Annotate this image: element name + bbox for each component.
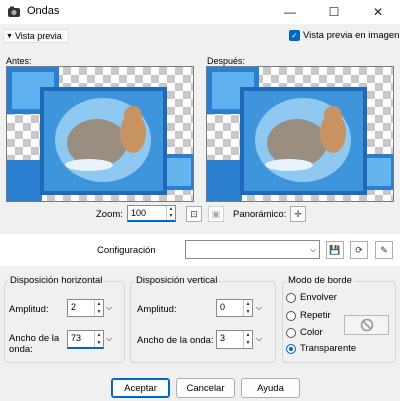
edit-preset-button[interactable]: ✎: [375, 241, 393, 259]
h-wavelength-label: Ancho de la onda:: [9, 333, 60, 355]
v-wavelength-chevron-icon[interactable]: ⌵: [256, 334, 262, 344]
pan-icon: ✛: [294, 208, 302, 219]
h-amplitude-input[interactable]: 2: [68, 300, 94, 316]
vertical-title: Disposición vertical: [134, 275, 220, 286]
close-icon: ✕: [372, 5, 384, 19]
zoom-actual-icon: ▣: [211, 208, 221, 219]
chevron-down-icon: ⌵: [309, 244, 317, 254]
h-wavelength-spinner[interactable]: ▲ ▼: [94, 331, 103, 347]
minimize-icon: —: [284, 5, 296, 19]
v-wavelength-spinner[interactable]: ▲ ▼: [243, 331, 252, 348]
config-value: [186, 241, 307, 258]
pan-button[interactable]: ✛: [290, 206, 306, 222]
radio-repetir-label: Repetir: [300, 310, 331, 321]
config-dropdown[interactable]: ⌵: [185, 240, 320, 259]
v-amplitude-spinner[interactable]: ▲ ▼: [243, 300, 252, 316]
zoom-input[interactable]: 100: [128, 206, 166, 220]
minimize-button[interactable]: —: [268, 0, 312, 24]
h-amplitude-chevron-icon[interactable]: ⌵: [106, 303, 112, 313]
h-amplitude-spinner[interactable]: ▲ ▼: [94, 300, 103, 316]
h-amplitude-field[interactable]: 2 ▲ ▼: [67, 299, 104, 317]
after-label: Después:: [207, 56, 246, 66]
app-icon: [7, 5, 21, 19]
before-image: [7, 67, 193, 201]
preview-in-image-checkbox[interactable]: ✓: [289, 30, 300, 41]
preview-toggle-label: Vista previa: [14, 31, 62, 41]
after-preview[interactable]: [206, 66, 394, 202]
triangle-down-icon: ▼: [6, 32, 13, 40]
radio-transparente-label: Transparente: [300, 343, 357, 354]
zoom-fit-button[interactable]: ⊡: [186, 206, 202, 222]
reset-icon: ⟳: [355, 244, 363, 255]
v-wavelength-input[interactable]: 3: [217, 331, 243, 348]
window-title: Ondas: [27, 5, 60, 17]
config-label: Configuración: [97, 245, 156, 256]
v-amplitude-label: Amplitud:: [137, 304, 177, 315]
radio-envolver[interactable]: [286, 293, 296, 303]
after-image: [207, 67, 393, 201]
h-wavelength-input[interactable]: 73: [68, 331, 94, 347]
vertical-group: [130, 281, 276, 363]
preview-in-image-label: Vista previa en imagen: [303, 30, 400, 41]
zoom-actual-button[interactable]: ▣: [208, 206, 224, 222]
radio-transparente[interactable]: [286, 344, 296, 354]
v-wavelength-label: Ancho de la onda:: [137, 335, 214, 346]
edge-mode-title: Modo de borde: [286, 275, 354, 286]
pan-label: Panorámico:: [233, 209, 287, 220]
zoom-fit-icon: ⊡: [190, 208, 198, 219]
maximize-icon: ☐: [328, 5, 340, 19]
h-wavelength-chevron-icon[interactable]: ⌵: [106, 334, 112, 344]
edit-icon: ✎: [380, 244, 388, 255]
color-swatch-button[interactable]: [344, 315, 389, 335]
maximize-button[interactable]: ☐: [312, 0, 356, 24]
close-button[interactable]: ✕: [356, 0, 400, 24]
horizontal-title: Disposición horizontal: [8, 275, 105, 286]
zoom-label: Zoom:: [96, 209, 123, 220]
help-button[interactable]: Ayuda: [241, 378, 300, 398]
h-amplitude-label: Amplitud:: [9, 304, 49, 315]
h-wavelength-field[interactable]: 73 ▲ ▼: [67, 330, 104, 349]
save-icon: 💾: [329, 244, 341, 255]
no-color-icon: [360, 318, 373, 332]
before-label: Antes:: [6, 56, 32, 66]
v-amplitude-field[interactable]: 0 ▲ ▼: [216, 299, 253, 317]
radio-color-label: Color: [300, 327, 323, 338]
cancel-button[interactable]: Cancelar: [176, 378, 235, 398]
v-wavelength-field[interactable]: 3 ▲ ▼: [216, 330, 253, 349]
radio-repetir[interactable]: [286, 311, 296, 321]
save-preset-button[interactable]: 💾: [326, 241, 344, 259]
v-amplitude-input[interactable]: 0: [217, 300, 243, 316]
zoom-spinner[interactable]: ▲ ▼: [166, 206, 175, 220]
preview-toggle-button[interactable]: ▼ Vista previa: [3, 29, 69, 43]
reset-button[interactable]: ⟳: [350, 241, 368, 259]
zoom-field[interactable]: 100 ▲ ▼: [127, 205, 176, 222]
ok-button[interactable]: Aceptar: [111, 378, 170, 398]
v-amplitude-chevron-icon[interactable]: ⌵: [256, 303, 262, 313]
before-preview[interactable]: [6, 66, 194, 202]
radio-color[interactable]: [286, 328, 296, 338]
radio-envolver-label: Envolver: [300, 292, 337, 303]
